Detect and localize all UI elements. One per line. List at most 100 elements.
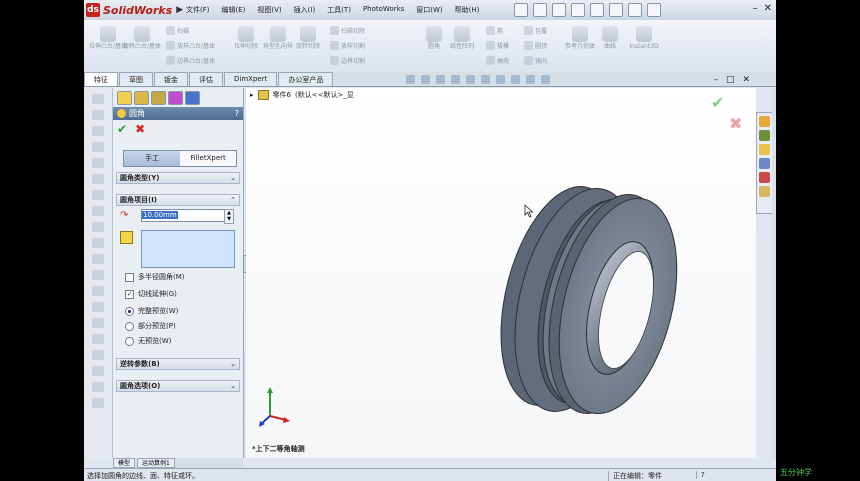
- tool-icon[interactable]: [92, 174, 104, 184]
- boundary-boss-button[interactable]: 边界凸台/基体: [166, 56, 215, 65]
- previous-view-icon[interactable]: [436, 75, 445, 84]
- linear-pattern-button[interactable]: 线性阵列: [442, 26, 482, 50]
- dimxpert-manager-icon[interactable]: [168, 91, 183, 105]
- close-icon[interactable]: ✕: [764, 3, 772, 14]
- zoom-area-icon[interactable]: [421, 75, 430, 84]
- part-model[interactable]: [246, 88, 756, 458]
- menu-photoworks[interactable]: PhotoWorks: [357, 3, 410, 17]
- tool-icon[interactable]: [92, 350, 104, 360]
- tool-icon[interactable]: [92, 286, 104, 296]
- tool-icon[interactable]: [92, 238, 104, 248]
- fillet-type-group[interactable]: 圆角类型(Y) ⌄: [116, 172, 240, 184]
- radius-input[interactable]: 10.00mm: [141, 209, 225, 222]
- radius-spinner[interactable]: ▲ ▼: [224, 209, 234, 224]
- close-icon[interactable]: ✕: [742, 75, 750, 85]
- tool-icon[interactable]: [92, 126, 104, 136]
- appearances-icon[interactable]: [759, 172, 770, 183]
- boundary-cut-button[interactable]: 边界切割: [330, 56, 365, 65]
- minimize-icon[interactable]: –: [753, 3, 758, 14]
- rib-button[interactable]: 筋: [486, 26, 503, 35]
- file-explorer-icon[interactable]: [759, 144, 770, 155]
- display-manager-icon[interactable]: [185, 91, 200, 105]
- rebuild-icon[interactable]: [628, 3, 642, 17]
- help-icon[interactable]: ?: [235, 109, 239, 118]
- tab-sheet-metal[interactable]: 钣金: [154, 72, 188, 86]
- wrap-button[interactable]: 包覆: [524, 26, 547, 35]
- ok-check-icon[interactable]: ✔: [117, 122, 127, 136]
- tool-icon[interactable]: [92, 398, 104, 408]
- motion-study-tab[interactable]: 运动算例1: [137, 458, 175, 468]
- multi-radius-checkbox[interactable]: 多半径圆角(M): [125, 272, 185, 282]
- menu-help[interactable]: 帮助(H): [449, 3, 486, 17]
- tool-icon[interactable]: [92, 94, 104, 104]
- view-settings-icon[interactable]: [541, 75, 550, 84]
- draft-button[interactable]: 拔模: [486, 41, 509, 50]
- tool-icon[interactable]: [92, 302, 104, 312]
- design-library-icon[interactable]: [759, 130, 770, 141]
- tool-icon[interactable]: [92, 318, 104, 328]
- fillet-options-group[interactable]: 圆角选项(O) ⌄: [116, 380, 240, 392]
- edge-selection-list[interactable]: [141, 230, 235, 268]
- revolve-cut-button[interactable]: 旋转切除: [288, 26, 328, 50]
- property-manager-icon[interactable]: [134, 91, 149, 105]
- cancel-x-icon[interactable]: ✖: [135, 122, 145, 136]
- fillet-items-group[interactable]: 圆角项目(I) ⌃: [116, 194, 240, 206]
- new-file-icon[interactable]: [514, 3, 528, 17]
- configuration-manager-icon[interactable]: [151, 91, 166, 105]
- tool-icon[interactable]: [92, 270, 104, 280]
- tool-icon[interactable]: [92, 366, 104, 376]
- hide-show-icon[interactable]: [496, 75, 505, 84]
- tool-icon[interactable]: [92, 222, 104, 232]
- manual-mode-button[interactable]: 手工: [124, 151, 180, 166]
- mirror-button[interactable]: 镜向: [524, 56, 547, 65]
- shell-button[interactable]: 抽壳: [486, 56, 509, 65]
- partial-preview-radio[interactable]: 部分预览(P): [125, 321, 176, 331]
- swept-cut-button[interactable]: 扫描切除: [330, 26, 365, 35]
- tool-icon[interactable]: [92, 190, 104, 200]
- tool-icon[interactable]: [92, 334, 104, 344]
- select-icon[interactable]: [609, 3, 623, 17]
- resources-icon[interactable]: [759, 116, 770, 127]
- apply-scene-icon[interactable]: [526, 75, 535, 84]
- no-preview-radio[interactable]: 无预览(W): [125, 336, 171, 346]
- restore-icon[interactable]: –: [713, 75, 718, 85]
- tool-icon[interactable]: [92, 382, 104, 392]
- section-view-icon[interactable]: [451, 75, 460, 84]
- full-preview-radio[interactable]: 完整预览(W): [125, 306, 178, 316]
- tool-icon[interactable]: [92, 142, 104, 152]
- feature-manager-icon[interactable]: [117, 91, 132, 105]
- tool-icon[interactable]: [92, 254, 104, 264]
- menu-insert[interactable]: 插入(I): [288, 3, 322, 17]
- revolve-boss-button[interactable]: 旋转凸台/基体: [122, 26, 162, 50]
- search-icon[interactable]: [759, 158, 770, 169]
- menu-file[interactable]: 文件(F): [180, 3, 216, 17]
- setback-parameters-group[interactable]: 逆转参数(B) ⌄: [116, 358, 240, 370]
- instant3d-button[interactable]: Instant3D: [624, 26, 664, 50]
- tool-icon[interactable]: [92, 110, 104, 120]
- loft-button[interactable]: 放样凸台/基体: [166, 41, 215, 50]
- options-icon[interactable]: [647, 3, 661, 17]
- status-help-icon[interactable]: ?: [696, 471, 705, 479]
- tool-icon[interactable]: [92, 206, 104, 216]
- tab-sketch[interactable]: 草图: [119, 72, 153, 86]
- print-icon[interactable]: [571, 3, 585, 17]
- tab-office-products[interactable]: 办公室产品: [278, 72, 334, 86]
- tangent-propagation-checkbox[interactable]: ✓ 切线延伸(G): [125, 289, 177, 299]
- maximize-icon[interactable]: □: [726, 75, 735, 85]
- custom-properties-icon[interactable]: [759, 186, 770, 197]
- display-style-icon[interactable]: [481, 75, 490, 84]
- menu-window[interactable]: 窗口(W): [410, 3, 448, 17]
- undo-icon[interactable]: [590, 3, 604, 17]
- dome-button[interactable]: 圆顶: [524, 41, 547, 50]
- tab-features[interactable]: 特征: [84, 72, 118, 86]
- tool-icon[interactable]: [92, 158, 104, 168]
- graphics-area[interactable]: – □ ✕ ▸ 零件6 (默认<<默认>_显 ✔ ✖ *上下二等角轴测: [246, 75, 756, 458]
- save-icon[interactable]: [552, 3, 566, 17]
- view-orientation-icon[interactable]: [466, 75, 475, 84]
- filletxpert-mode-button[interactable]: FilletXpert: [180, 151, 236, 166]
- tab-evaluate[interactable]: 评估: [189, 72, 223, 86]
- menu-view[interactable]: 视图(V): [251, 3, 287, 17]
- edit-appearance-icon[interactable]: [511, 75, 520, 84]
- menu-tools[interactable]: 工具(T): [321, 3, 357, 17]
- lofted-cut-button[interactable]: 放样切割: [330, 41, 365, 50]
